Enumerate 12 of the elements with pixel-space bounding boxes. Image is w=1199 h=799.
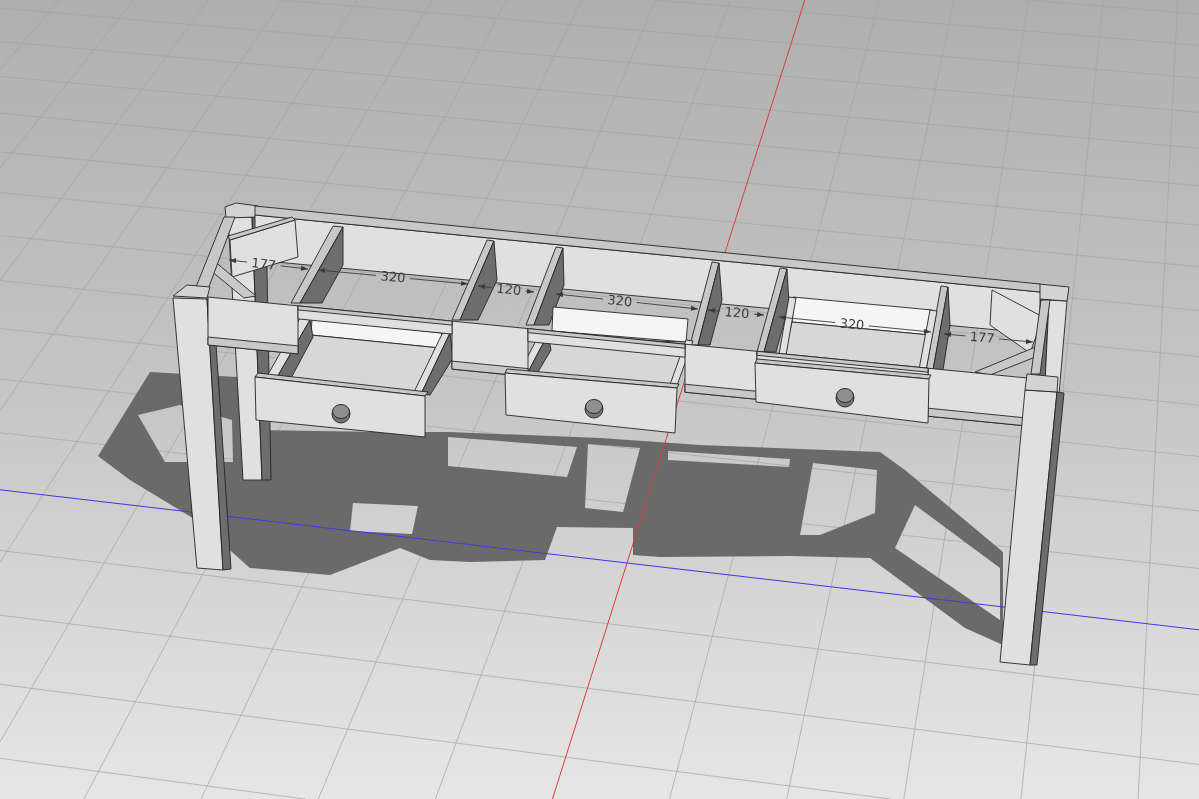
knob-icon xyxy=(331,404,351,424)
dimension-line xyxy=(477,284,535,294)
dimension-label: 177 xyxy=(969,328,996,346)
dimension-label: 320 xyxy=(606,292,634,310)
dimension-label: 320 xyxy=(379,268,407,286)
dimension-label: 120 xyxy=(724,304,751,322)
dimension-line xyxy=(707,308,765,317)
knob-icon xyxy=(584,399,604,419)
dimension-label: 120 xyxy=(495,280,522,299)
dimension-label: 177 xyxy=(250,255,277,273)
knob-icon xyxy=(835,388,855,408)
dimension-label: 320 xyxy=(838,315,866,333)
